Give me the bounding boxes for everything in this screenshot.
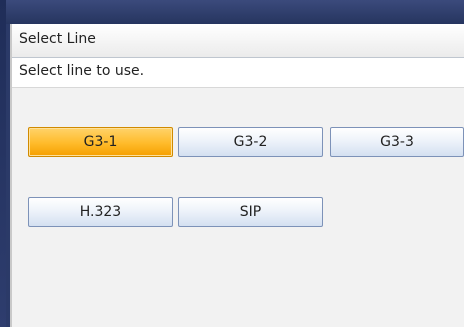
left-frame-strip	[0, 0, 6, 327]
instruction-bar: Select line to use.	[12, 58, 464, 88]
instruction-text: Select line to use.	[19, 63, 145, 79]
line-button-h323[interactable]: H.323	[28, 197, 173, 227]
line-button-sip[interactable]: SIP	[178, 197, 323, 227]
line-button-g3-2[interactable]: G3-2	[178, 127, 323, 157]
select-line-panel: Select Line Select line to use. G3-1 G3-…	[10, 24, 464, 327]
dialog-titlebar: Select Line	[12, 24, 464, 58]
app-frame: Select Line Select line to use. G3-1 G3-…	[0, 0, 464, 327]
dialog-title: Select Line	[19, 31, 96, 47]
line-button-g3-1[interactable]: G3-1	[28, 127, 173, 157]
top-frame-strip	[0, 0, 464, 24]
line-button-g3-3[interactable]: G3-3	[330, 127, 464, 157]
